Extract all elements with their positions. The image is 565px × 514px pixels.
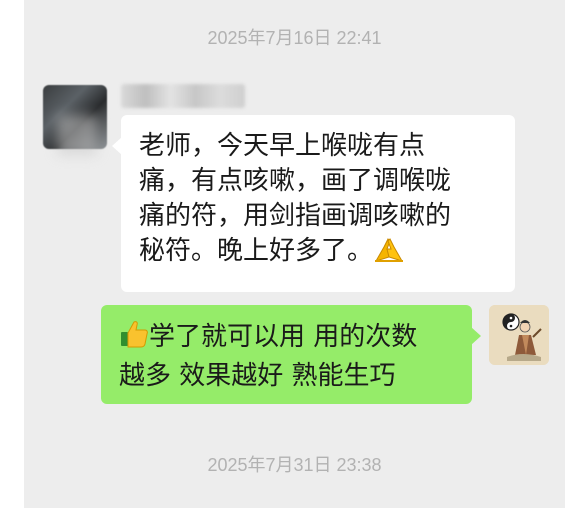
message-line: 老师，今天早上喉咙有点 xyxy=(139,131,426,161)
chat-area[interactable]: 2025年7月16日 22:41 老师，今天早上喉咙有点 痛，有点咳嗽，画了调喉… xyxy=(24,0,565,508)
message-line-last: 秘符。晚上好多了。 xyxy=(139,234,497,273)
message-line-text: 学了就可以用 用的次数 xyxy=(149,322,418,352)
message-line-first: 学了就可以用 用的次数 xyxy=(119,319,454,359)
timestamp: 2025年7月31日 23:38 xyxy=(207,455,382,475)
incoming-message-bubble[interactable]: 老师，今天早上喉咙有点 痛，有点咳嗽，画了调喉咙 痛的符，用剑指画调咳嗽的 秘符… xyxy=(112,115,515,292)
bottom-edge xyxy=(0,508,565,514)
sender-avatar[interactable] xyxy=(43,85,107,149)
avatar-illustration xyxy=(489,305,549,365)
thumbs-up-icon xyxy=(119,319,149,359)
message-line: 痛，有点咳嗽，画了调喉咙 xyxy=(139,166,452,196)
timestamp: 2025年7月16日 22:41 xyxy=(207,28,382,48)
outgoing-message-bubble[interactable]: 学了就可以用 用的次数 越多 效果越好 熟能生巧 xyxy=(101,305,481,404)
sender-name xyxy=(121,84,245,108)
message-line: 痛的符，用剑指画调咳嗽的 xyxy=(139,201,452,231)
pray-hands-icon xyxy=(373,235,405,273)
own-avatar[interactable] xyxy=(489,305,549,365)
message-line: 越多 效果越好 熟能生巧 xyxy=(119,361,396,391)
message-line-text: 秘符。晚上好多了。 xyxy=(139,236,374,266)
